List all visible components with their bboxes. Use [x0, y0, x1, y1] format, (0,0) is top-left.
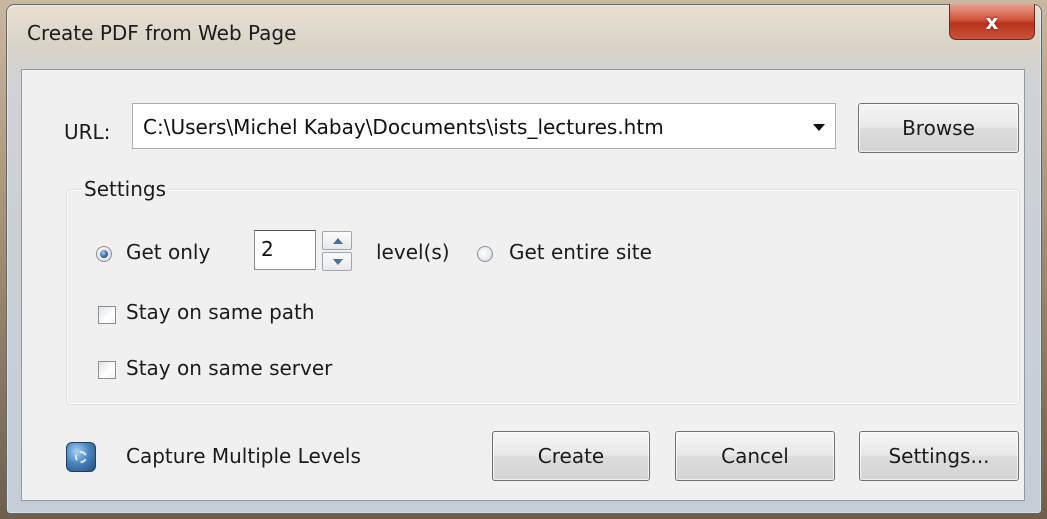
capture-multiple-levels-label: Capture Multiple Levels	[126, 444, 361, 468]
radio-selected-dot	[100, 250, 108, 258]
get-only-radio[interactable]	[96, 246, 112, 262]
window-title: Create PDF from Web Page	[27, 21, 297, 45]
levels-input[interactable]: 2	[254, 230, 316, 270]
entire-site-label[interactable]: Get entire site	[509, 240, 652, 264]
levels-label: level(s)	[376, 240, 450, 264]
levels-spinner[interactable]	[322, 231, 352, 271]
url-combobox[interactable]: C:\Users\Michel Kabay\Documents\ists_lec…	[132, 103, 836, 149]
capture-levels-icon	[66, 442, 96, 472]
spin-up-button[interactable]	[322, 231, 352, 250]
same-path-checkbox[interactable]	[98, 306, 116, 324]
same-server-checkbox[interactable]	[98, 361, 116, 379]
arrow-down-icon	[333, 259, 343, 265]
url-label: URL:	[64, 120, 111, 144]
close-button[interactable]: x	[949, 4, 1035, 40]
chevron-down-icon[interactable]	[813, 124, 825, 131]
create-button[interactable]: Create	[492, 431, 650, 481]
browse-button[interactable]: Browse	[858, 103, 1019, 153]
dialog-client-area: URL: C:\Users\Michel Kabay\Documents\ist…	[21, 69, 1025, 501]
get-only-label[interactable]: Get only	[126, 240, 210, 264]
url-value[interactable]: C:\Users\Michel Kabay\Documents\ists_lec…	[143, 115, 664, 139]
spin-down-button[interactable]	[322, 252, 352, 271]
settings-group-label: Settings	[82, 177, 169, 201]
same-path-label[interactable]: Stay on same path	[126, 300, 315, 324]
gear-icon	[75, 451, 87, 463]
settings-button[interactable]: Settings...	[859, 431, 1019, 481]
cancel-button[interactable]: Cancel	[675, 431, 835, 481]
same-server-label[interactable]: Stay on same server	[126, 356, 332, 380]
close-icon: x	[985, 9, 999, 34]
dialog-window: Create PDF from Web Page x URL: C:\Users…	[6, 4, 1042, 514]
entire-site-radio[interactable]	[477, 246, 493, 262]
arrow-up-icon	[333, 238, 343, 244]
